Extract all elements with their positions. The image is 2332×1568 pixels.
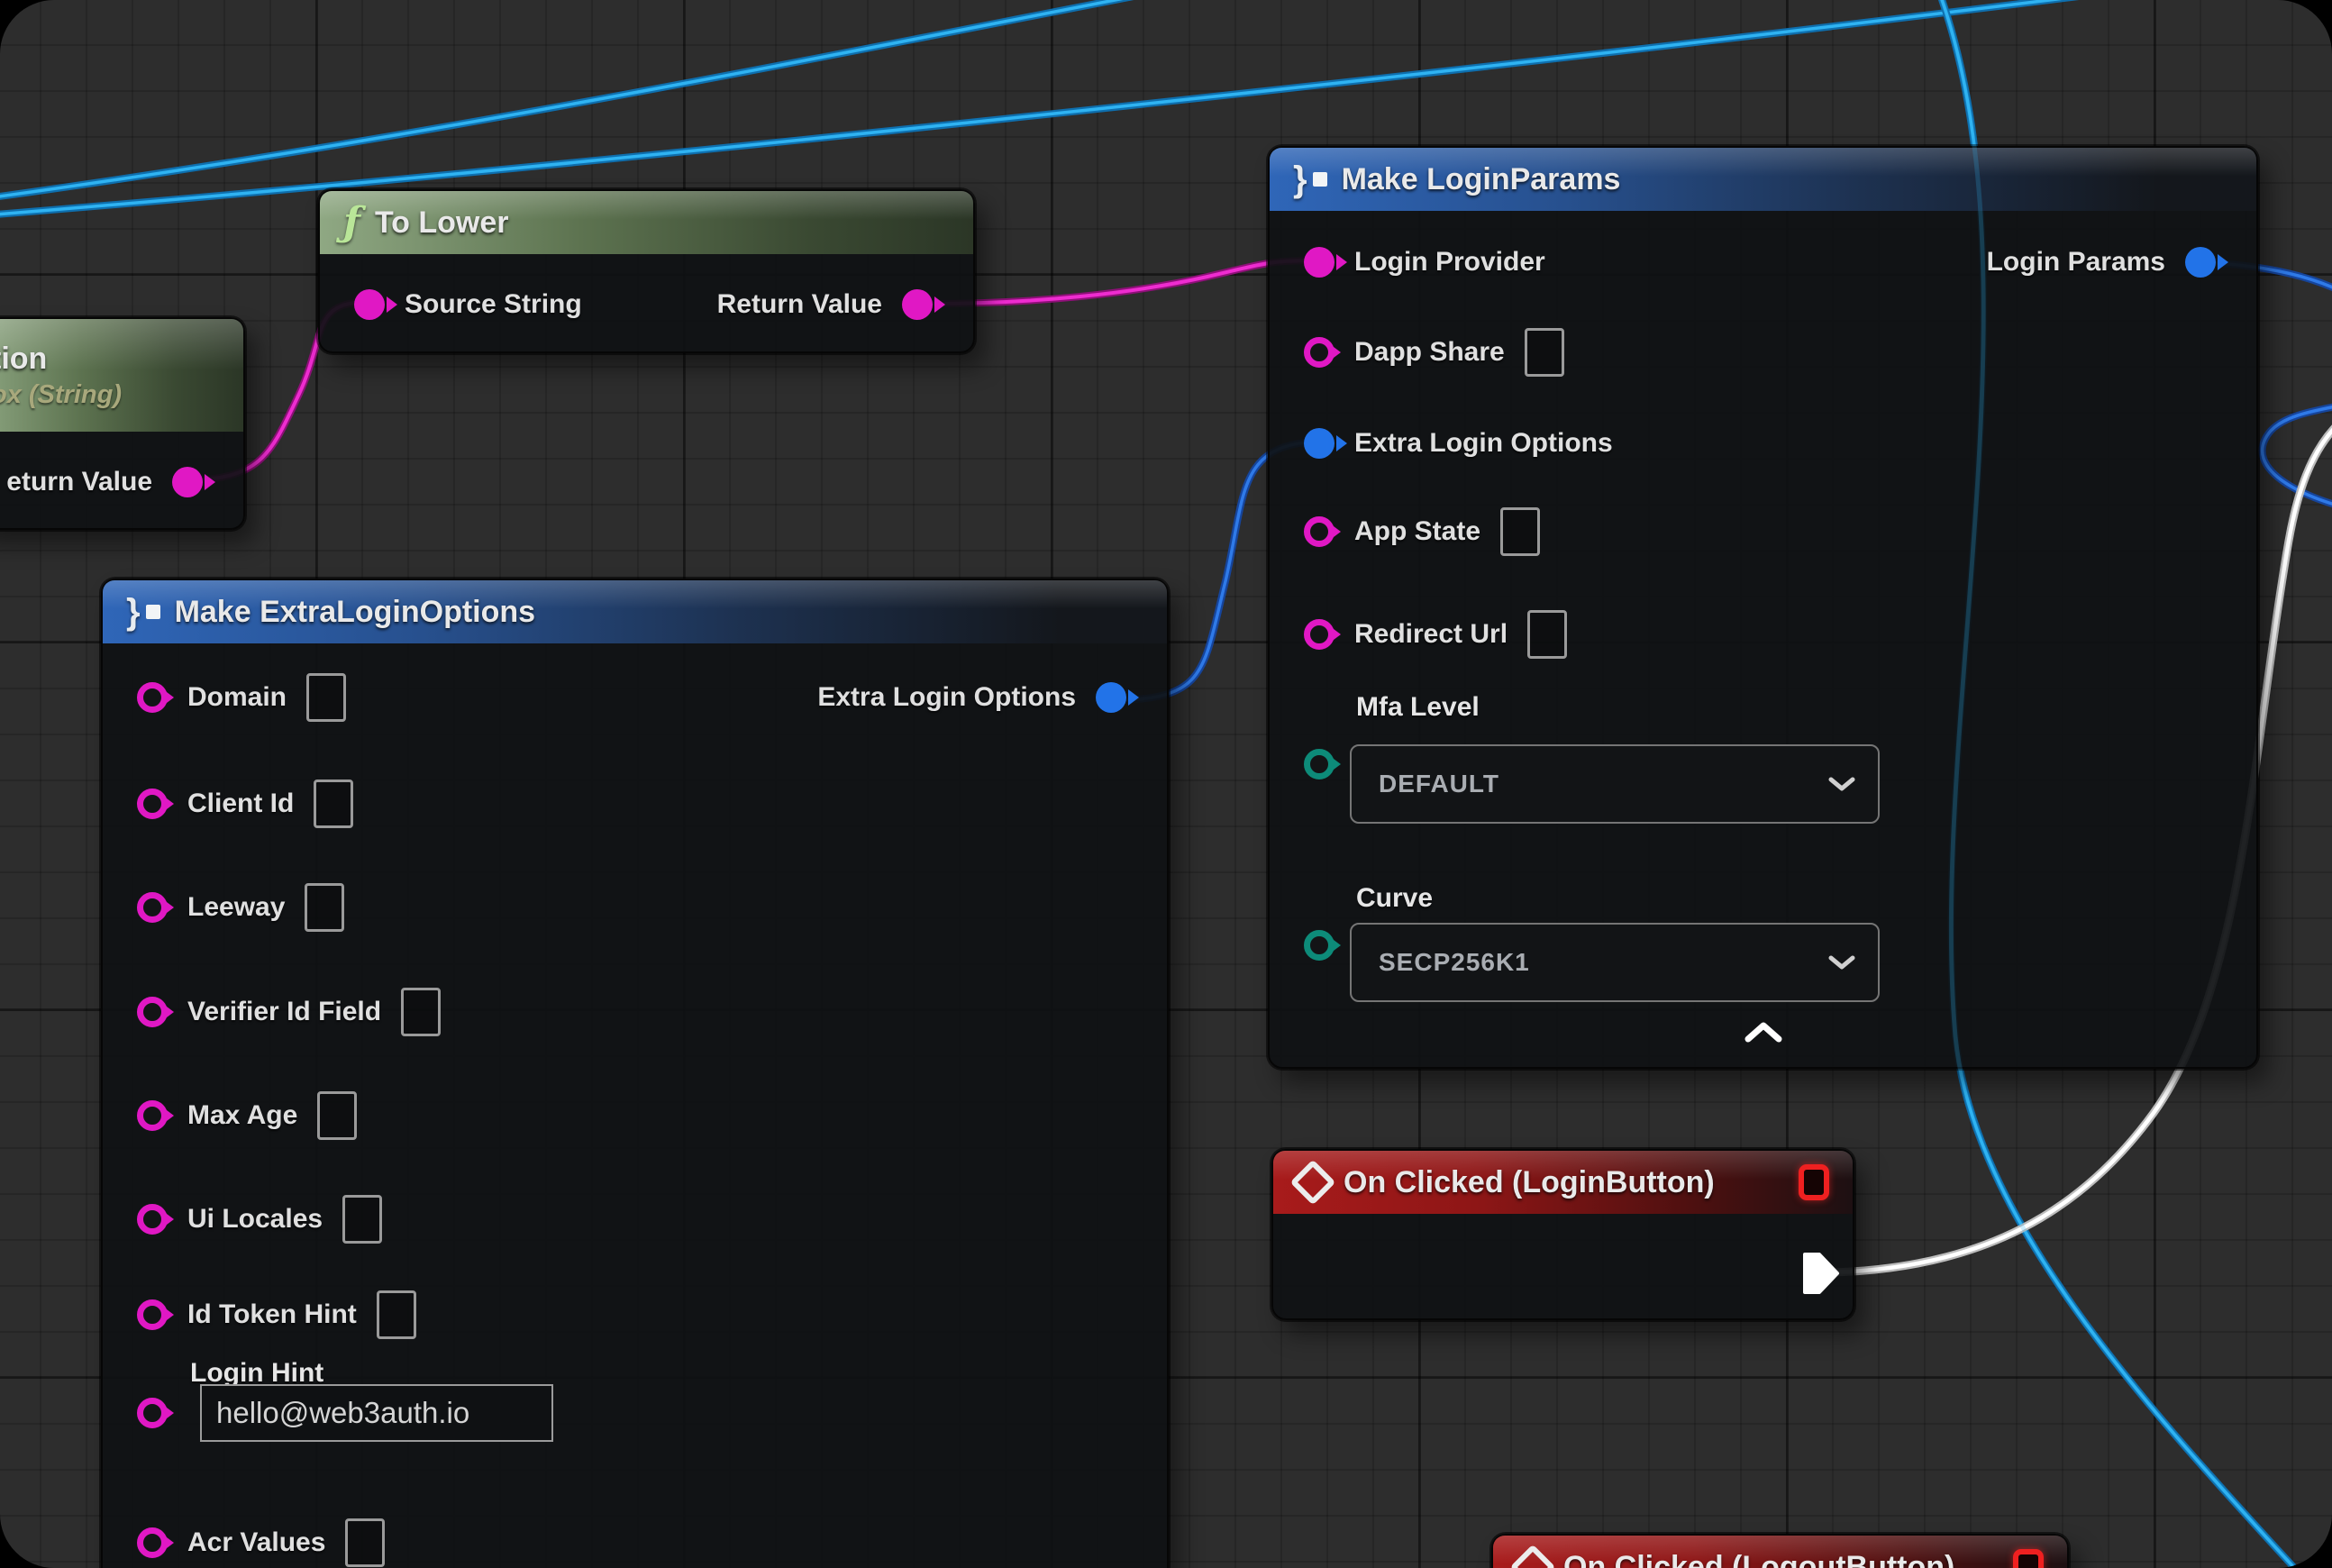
make-struct-icon: } xyxy=(126,594,160,630)
pin-label-id-token-hint: Id Token Hint xyxy=(187,1299,357,1330)
node-title: On Clicked (LogoutButton) xyxy=(1563,1550,1954,1568)
pin-label-login-provider: Login Provider xyxy=(1354,247,1545,278)
input-pin-login-hint[interactable] xyxy=(137,1398,168,1428)
pin-label-verifier-id-field: Verifier Id Field xyxy=(187,997,381,1027)
node-make-login-params[interactable]: } Make LoginParams Login Provider Login … xyxy=(1268,146,2258,1069)
chevron-down-icon xyxy=(1827,770,1856,798)
checkbox-app-state[interactable] xyxy=(1500,507,1540,556)
node-on-clicked-logout-header[interactable]: On Clicked (LogoutButton) xyxy=(1493,1536,2067,1568)
mfa-level-dropdown[interactable]: DEFAULT xyxy=(1350,744,1880,824)
login-hint-input[interactable] xyxy=(200,1384,553,1442)
input-pin-domain[interactable] xyxy=(137,682,168,713)
curve-dropdown[interactable]: SECP256K1 xyxy=(1350,923,1880,1002)
checkbox-dapp-share[interactable] xyxy=(1525,328,1564,377)
collapse-node-button[interactable] xyxy=(1743,1020,1784,1048)
node-partial-function[interactable]: tion ox (String) eturn Value xyxy=(0,317,245,530)
node-on-clicked-login-button[interactable]: On Clicked (LoginButton) xyxy=(1271,1149,1854,1320)
input-pin-ui-locales[interactable] xyxy=(137,1204,168,1235)
checkbox-id-token-hint[interactable] xyxy=(377,1290,416,1339)
pin-label-mfa-level: Mfa Level xyxy=(1356,692,1480,723)
input-pin-leeway[interactable] xyxy=(137,892,168,923)
make-struct-icon: } xyxy=(1293,161,1327,197)
blueprint-canvas[interactable]: tion ox (String) eturn Value ƒ To Lower … xyxy=(0,0,2332,1568)
node-partial-function-header[interactable]: tion ox (String) xyxy=(0,319,243,432)
node-on-clicked-login-header[interactable]: On Clicked (LoginButton) xyxy=(1273,1151,1853,1214)
checkbox-redirect-url[interactable] xyxy=(1527,610,1567,659)
chevron-down-icon xyxy=(1827,948,1856,977)
event-diamond-icon xyxy=(1510,1545,1556,1568)
pin-label-max-age: Max Age xyxy=(187,1100,297,1131)
input-pin-mfa-level[interactable] xyxy=(1304,749,1335,779)
checkbox-max-age[interactable] xyxy=(317,1091,357,1140)
output-pin-return-value[interactable] xyxy=(172,467,203,497)
input-pin-verifier-id-field[interactable] xyxy=(137,997,168,1027)
wire-cyan-top-1 xyxy=(0,0,1185,200)
pin-label-domain: Domain xyxy=(187,682,287,713)
checkbox-verifier-id-field[interactable] xyxy=(401,988,441,1036)
input-pin-client-id[interactable] xyxy=(137,789,168,819)
node-title: Make LoginParams xyxy=(1342,162,1621,197)
pin-label-extra-login-options: Extra Login Options xyxy=(1354,428,1613,459)
event-diamond-icon xyxy=(1290,1160,1336,1206)
checkbox-client-id[interactable] xyxy=(314,779,353,828)
node-to-lower[interactable]: ƒ To Lower Source String Return Value xyxy=(318,189,975,353)
pin-label-redirect-url: Redirect Url xyxy=(1354,619,1508,650)
node-subtitle: ox (String) xyxy=(0,380,122,410)
node-on-clicked-logout-button[interactable]: On Clicked (LogoutButton) xyxy=(1491,1534,2069,1568)
pin-label-source-string: Source String xyxy=(405,289,582,320)
output-pin-extra-login-options[interactable] xyxy=(1096,682,1126,713)
pin-label-return-value: eturn Value xyxy=(6,467,152,497)
input-pin-source-string[interactable] xyxy=(354,289,385,320)
pin-label-client-id: Client Id xyxy=(187,789,294,819)
mfa-level-value: DEFAULT xyxy=(1379,770,1499,798)
checkbox-leeway[interactable] xyxy=(305,883,344,932)
pin-label-acr-values: Acr Values xyxy=(187,1527,325,1558)
node-title: On Clicked (LoginButton) xyxy=(1344,1165,1715,1200)
checkbox-domain[interactable] xyxy=(306,673,346,722)
input-pin-extra-login-options[interactable] xyxy=(1304,428,1335,459)
pin-label-dapp-share: Dapp Share xyxy=(1354,337,1505,368)
node-make-extra-login-options-header[interactable]: } Make ExtraLoginOptions xyxy=(103,580,1167,643)
input-pin-id-token-hint[interactable] xyxy=(137,1299,168,1330)
input-pin-redirect-url[interactable] xyxy=(1304,619,1335,650)
node-title: tion xyxy=(0,342,47,377)
pin-label-app-state: App State xyxy=(1354,516,1480,547)
input-pin-curve[interactable] xyxy=(1304,930,1335,961)
node-make-extra-login-options[interactable]: } Make ExtraLoginOptions Domain Extra Lo… xyxy=(101,579,1169,1568)
node-title: Make ExtraLoginOptions xyxy=(175,595,536,630)
pin-label-login-params-out: Login Params xyxy=(1987,247,2165,278)
output-pin-return-value[interactable] xyxy=(902,289,933,320)
checkbox-acr-values[interactable] xyxy=(345,1518,385,1567)
input-pin-dapp-share[interactable] xyxy=(1304,337,1335,368)
bound-event-icon[interactable] xyxy=(2013,1549,2044,1568)
node-to-lower-header[interactable]: ƒ To Lower xyxy=(320,191,973,254)
input-pin-login-provider[interactable] xyxy=(1304,247,1335,278)
pin-label-ui-locales: Ui Locales xyxy=(187,1204,323,1235)
input-pin-app-state[interactable] xyxy=(1304,516,1335,547)
node-make-login-params-header[interactable]: } Make LoginParams xyxy=(1270,148,2256,211)
input-pin-max-age[interactable] xyxy=(137,1100,168,1131)
output-pin-login-params[interactable] xyxy=(2185,247,2216,278)
node-title: To Lower xyxy=(375,205,509,241)
function-icon: ƒ xyxy=(343,203,360,242)
checkbox-ui-locales[interactable] xyxy=(342,1195,382,1244)
pin-label-curve: Curve xyxy=(1356,883,1433,914)
exec-output-pin[interactable] xyxy=(1802,1252,1840,1299)
pin-label-leeway: Leeway xyxy=(187,892,285,923)
curve-value: SECP256K1 xyxy=(1379,948,1530,977)
pin-label-return-value: Return Value xyxy=(717,289,882,320)
input-pin-acr-values[interactable] xyxy=(137,1527,168,1558)
bound-event-icon[interactable] xyxy=(1799,1164,1829,1200)
pin-label-extra-login-options-out: Extra Login Options xyxy=(817,682,1076,713)
